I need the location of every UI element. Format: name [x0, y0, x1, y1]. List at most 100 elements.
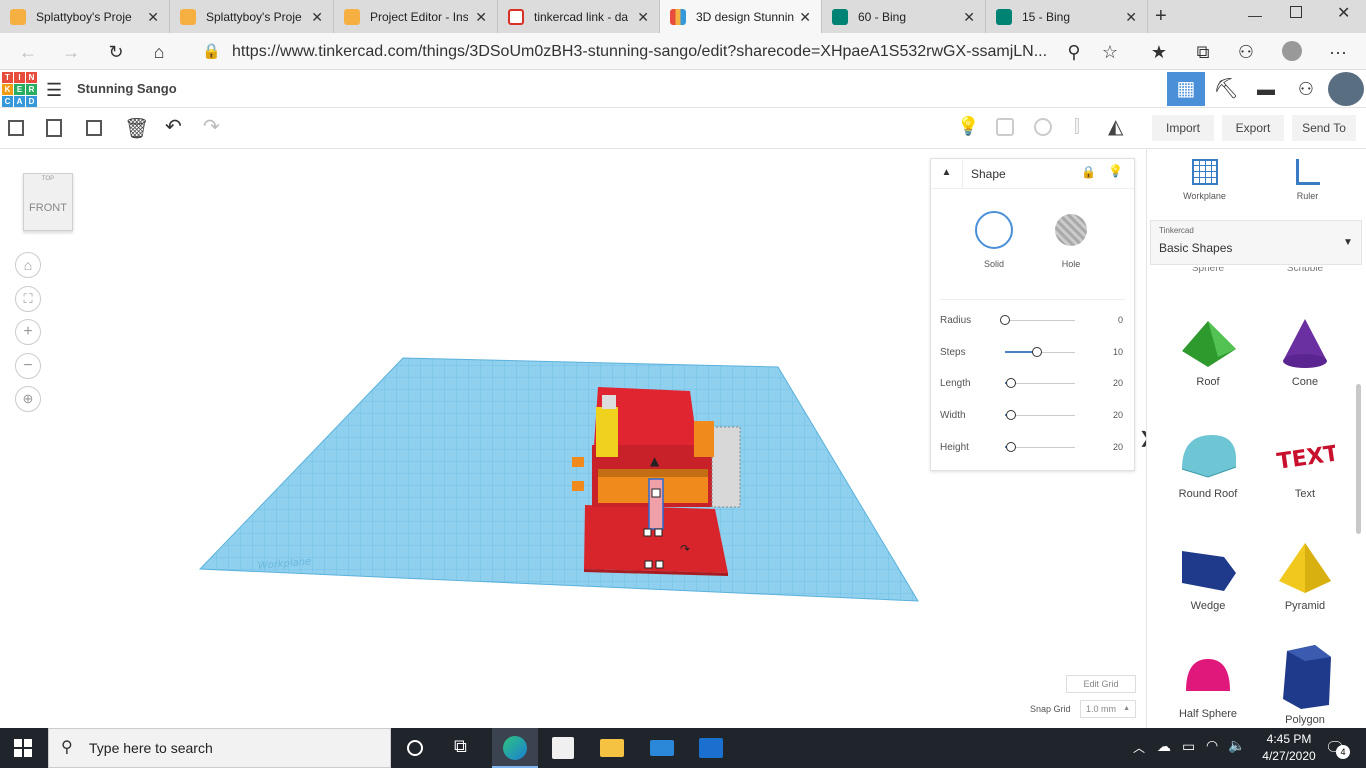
settings-more-icon[interactable]: ··· [1325, 39, 1351, 65]
shape-wedge[interactable]: Wedge [1160, 541, 1256, 612]
browser-tab[interactable]: 60 - Bing ✕ [822, 0, 986, 33]
paste-icon[interactable] [46, 119, 62, 137]
perspective-icon[interactable]: ⊕ [15, 386, 41, 412]
url-text[interactable]: https://www.tinkercad.com/things/3DSoUm0… [232, 43, 1047, 61]
light-bulb-icon[interactable]: 💡 [1108, 164, 1123, 178]
close-tab-icon[interactable]: ✕ [963, 9, 975, 26]
home-button[interactable]: ⌂ [146, 39, 172, 65]
browser-tab-active[interactable]: 3D design Stunnin ✕ [660, 0, 822, 34]
browser-tab[interactable]: 15 - Bing ✕ [986, 0, 1148, 33]
close-tab-icon[interactable]: ✕ [799, 9, 811, 26]
panel-scrollbar[interactable] [1356, 384, 1361, 534]
photos-icon[interactable] [699, 738, 723, 758]
copy-icon[interactable] [8, 120, 24, 136]
wifi-icon[interactable]: ◠ [1206, 737, 1218, 754]
slider-knob[interactable] [1005, 378, 1016, 388]
blocks-pickaxe-icon[interactable]: ⛏ [1207, 72, 1245, 106]
undo-icon[interactable]: ↶ [165, 114, 182, 139]
favorite-star-icon[interactable]: ☆ [1097, 39, 1123, 65]
edit-grid-button[interactable]: Edit Grid [1066, 675, 1136, 693]
design-menu-icon[interactable]: ☰ [46, 80, 62, 101]
workplane-tool[interactable]: Workplane [1157, 157, 1252, 201]
ruler-tool[interactable]: Ruler [1260, 157, 1355, 201]
onedrive-icon[interactable]: ☁ [1157, 738, 1171, 755]
redo-icon[interactable]: ↷ [203, 114, 220, 139]
view-cube[interactable]: TOP FRONT [23, 173, 73, 231]
slider-knob[interactable] [1005, 442, 1016, 452]
close-tab-icon[interactable]: ✕ [311, 9, 323, 26]
forward-button[interactable]: → [58, 39, 84, 65]
tinkercad-logo[interactable]: T I N K E R C A D [2, 72, 37, 107]
chevron-up-icon[interactable]: ︿ [1133, 739, 1145, 756]
url-bar[interactable]: 🔒 https://www.tinkercad.com/things/3DSoU… [190, 36, 1130, 67]
selected-shape[interactable] [648, 478, 664, 530]
edge-taskbar-button[interactable] [492, 728, 538, 768]
close-window-button[interactable]: ✕ [1337, 3, 1350, 23]
align-icon[interactable]: ⫿ [1074, 116, 1080, 137]
task-view-icon[interactable]: ⧉ [454, 736, 467, 757]
shape-cone[interactable]: Cone [1257, 317, 1353, 388]
new-tab-button[interactable]: + [1155, 5, 1167, 28]
browser-tab[interactable]: tinkercad link - da ✕ [498, 0, 660, 33]
import-button[interactable]: Import [1152, 115, 1214, 141]
bricks-icon[interactable]: ▬ [1247, 72, 1285, 106]
lock-icon[interactable]: 🔒 [1081, 165, 1096, 179]
shape-pyramid[interactable]: Pyramid [1257, 541, 1353, 612]
fit-view-icon[interactable]: ⛶ [15, 286, 41, 312]
close-tab-icon[interactable]: ✕ [1125, 9, 1137, 26]
taskbar-search-box[interactable]: ⚲ Type here to search [48, 728, 391, 768]
slider-knob[interactable] [1031, 347, 1042, 357]
library-dropdown[interactable]: Tinkercad Basic Shapes ▼ [1150, 220, 1362, 265]
light-bulb-icon[interactable]: 💡 [957, 116, 979, 137]
export-button[interactable]: Export [1222, 115, 1284, 141]
taskbar-date[interactable]: 4/27/2020 [1252, 749, 1326, 763]
favorites-icon[interactable]: ★ [1146, 39, 1172, 65]
snap-grid-select[interactable]: 1.0 mm ▲ [1080, 700, 1136, 718]
collapse-icon[interactable]: ▲ [931, 159, 963, 189]
ungroup-icon[interactable] [1034, 118, 1052, 136]
mail-icon[interactable] [650, 740, 674, 756]
mirror-icon[interactable]: ◭ [1108, 114, 1123, 139]
close-tab-icon[interactable]: ✕ [475, 9, 487, 26]
minimize-button[interactable]: — [1248, 7, 1262, 23]
shape-round-roof[interactable]: Round Roof [1160, 429, 1256, 500]
store-icon[interactable] [552, 737, 574, 759]
zoom-out-icon[interactable]: − [15, 353, 41, 379]
solid-option[interactable] [975, 211, 1013, 249]
3d-view-grid-icon[interactable]: ▦ [1167, 72, 1205, 106]
delete-trash-icon[interactable]: 🗑 [124, 116, 149, 141]
taskbar-time[interactable]: 4:45 PM [1252, 732, 1326, 746]
restore-button[interactable] [1290, 6, 1302, 18]
feedback-icon[interactable]: ⚇ [1233, 39, 1259, 65]
battery-icon[interactable]: ▭ [1182, 738, 1195, 755]
collections-icon[interactable]: ⧉ [1190, 39, 1216, 65]
shape-polygon[interactable]: Polygon [1257, 643, 1353, 726]
send-to-button[interactable]: Send To [1292, 115, 1356, 141]
design-title[interactable]: Stunning Sango [77, 81, 177, 96]
browser-tab[interactable]: Splattyboy's Proje ✕ [170, 0, 334, 33]
slider-knob[interactable] [1000, 315, 1010, 325]
shape-half-sphere[interactable]: Half Sphere [1160, 649, 1256, 720]
windows-start-icon[interactable] [14, 739, 32, 757]
back-button[interactable]: ← [15, 39, 41, 65]
browser-tab[interactable]: Splattyboy's Proje ✕ [0, 0, 170, 33]
hole-option[interactable] [1055, 214, 1087, 246]
add-user-icon[interactable]: ⚇ [1287, 72, 1325, 106]
profile-avatar[interactable] [1282, 41, 1302, 61]
group-icon[interactable] [996, 118, 1014, 136]
duplicate-icon[interactable] [86, 120, 102, 136]
file-explorer-icon[interactable] [600, 739, 624, 757]
slider-knob[interactable] [1005, 410, 1016, 420]
browser-tab[interactable]: Project Editor - Ins ✕ [334, 0, 498, 33]
refresh-button[interactable]: ↻ [103, 39, 129, 65]
shape-text[interactable]: TEXT Text [1257, 429, 1353, 500]
user-avatar[interactable] [1328, 72, 1364, 106]
cortana-icon[interactable] [407, 740, 423, 756]
close-tab-icon[interactable]: ✕ [147, 9, 159, 26]
home-view-icon[interactable]: ⌂ [15, 252, 41, 278]
zoom-icon[interactable]: ⚲ [1061, 39, 1087, 65]
close-tab-icon[interactable]: ✕ [637, 9, 649, 26]
zoom-in-icon[interactable]: + [15, 319, 41, 345]
shape-roof[interactable]: Roof [1160, 317, 1256, 388]
volume-icon[interactable]: 🔈 [1228, 737, 1245, 754]
